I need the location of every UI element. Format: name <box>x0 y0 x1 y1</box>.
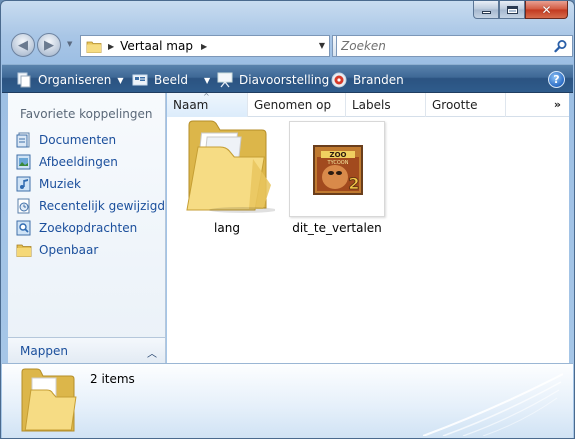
chevron-down-icon: ▼ <box>203 75 211 85</box>
column-name[interactable]: ^ Naam <box>167 92 248 117</box>
sidebar-item-label: Muziek <box>39 177 81 191</box>
sidebar-item-music[interactable]: Muziek <box>16 173 165 195</box>
music-icon <box>16 176 31 192</box>
item-count: 2 items <box>90 372 135 386</box>
views-button[interactable]: Beeld ▼ <box>132 71 210 89</box>
recent-pages-dropdown[interactable]: ▼ <box>67 40 72 48</box>
minimize-icon <box>481 11 491 14</box>
burn-label: Branden <box>353 73 404 87</box>
organize-icon <box>17 72 31 88</box>
favorite-links-list: Documenten Afbeeldingen Muziek Recenteli… <box>16 129 165 261</box>
folders-toggle[interactable]: Mappen ︿ <box>8 337 165 363</box>
column-labels[interactable]: Labels <box>346 93 426 117</box>
help-icon[interactable]: ? <box>548 71 565 88</box>
back-arrow-icon: ◀ <box>18 37 28 53</box>
public-folder-icon <box>16 244 32 257</box>
svg-text:TYCOON: TYCOON <box>327 160 349 166</box>
address-dropdown-icon[interactable]: ▼ <box>319 41 325 50</box>
sidebar-item-label: Zoekopdrachten <box>39 221 138 235</box>
forward-arrow-icon: ▶ <box>44 37 54 53</box>
burn-icon <box>331 72 347 88</box>
file-list: ^ Naam Genomen op Labels Grootte » lang … <box>167 92 569 363</box>
recent-icon <box>17 198 30 214</box>
sort-ascending-icon: ^ <box>203 92 210 101</box>
svg-text:ZOO: ZOO <box>330 151 347 159</box>
forward-button[interactable]: ▶ <box>37 33 61 57</box>
zoo-tycoon-thumbnail-icon: ZOO TYCOON 2 <box>313 145 363 195</box>
explorer-window: ✕ ◀ ▶ ▼ ▶ Vertaal map ▶ ▼ Zoeken Organis… <box>0 0 575 439</box>
column-headers: ^ Naam Genomen op Labels Grootte » <box>167 92 569 117</box>
search-box <box>336 35 573 57</box>
search-input[interactable] <box>341 39 541 53</box>
navigation-pane: Favoriete koppelingen Documenten Afbeeld… <box>8 93 166 363</box>
column-header-label: Genomen op <box>254 98 332 112</box>
column-date-taken[interactable]: Genomen op <box>248 93 346 117</box>
folder-icon <box>186 120 275 213</box>
column-size[interactable]: Grootte <box>426 93 506 117</box>
chevron-down-icon: ▼ <box>117 75 124 85</box>
column-header-label: Grootte <box>432 98 478 112</box>
sidebar-item-public[interactable]: Openbaar <box>16 239 165 261</box>
views-label: Beeld <box>154 73 188 87</box>
minimize-button[interactable] <box>473 1 499 19</box>
details-pane: 2 items <box>2 363 573 438</box>
slideshow-button[interactable]: Diavoorstelling <box>217 71 329 89</box>
decorative-swoosh <box>423 373 563 436</box>
file-name: lang <box>214 221 240 235</box>
breadcrumb-separator-icon[interactable]: ▶ <box>201 42 207 51</box>
sidebar-item-label: Afbeeldingen <box>39 155 118 169</box>
maximize-button[interactable] <box>499 1 525 19</box>
maximize-icon <box>506 5 518 14</box>
folder-icon <box>21 368 77 432</box>
sidebar-item-pictures[interactable]: Afbeeldingen <box>16 151 165 173</box>
pictures-icon <box>16 154 31 170</box>
column-header-label: Labels <box>352 98 391 112</box>
chevron-up-icon: ︿ <box>147 349 157 360</box>
svg-text:2: 2 <box>348 174 359 193</box>
file-item-folder[interactable]: lang <box>179 119 275 239</box>
close-icon: ✕ <box>541 2 552 17</box>
address-bar[interactable]: ▶ Vertaal map ▶ ▼ <box>80 35 330 57</box>
organize-button[interactable]: Organiseren ▼ <box>16 71 124 89</box>
image-thumbnail-frame: ZOO TYCOON 2 <box>289 121 385 217</box>
command-bar: Organiseren ▼ Beeld ▼ Diavoorstelling Br… <box>2 64 573 93</box>
views-icon <box>132 74 148 86</box>
search-icon[interactable] <box>554 39 568 53</box>
searches-icon <box>16 220 31 236</box>
slideshow-label: Diavoorstelling <box>239 73 330 87</box>
caption-buttons: ✕ <box>473 1 568 20</box>
burn-button[interactable]: Branden <box>331 71 404 89</box>
address-row: ◀ ▶ ▼ ▶ Vertaal map ▶ ▼ <box>9 31 573 59</box>
file-item-image[interactable]: ZOO TYCOON 2 dit_te_vertalen <box>288 121 386 239</box>
breadcrumb-separator-icon[interactable]: ▶ <box>108 42 114 51</box>
back-button[interactable]: ◀ <box>11 33 35 57</box>
sidebar-item-label: Recentelijk gewijzigd <box>39 199 165 213</box>
file-name: dit_te_vertalen <box>292 221 382 235</box>
sidebar-item-searches[interactable]: Zoekopdrachten <box>16 217 165 239</box>
folder-icon <box>86 41 102 53</box>
more-columns-button[interactable]: » <box>554 98 561 111</box>
folders-label: Mappen <box>20 343 68 358</box>
sidebar-item-label: Documenten <box>39 133 117 147</box>
close-button[interactable]: ✕ <box>525 1 568 19</box>
breadcrumb-current[interactable]: Vertaal map <box>120 39 193 53</box>
sidebar-item-documents[interactable]: Documenten <box>16 129 165 151</box>
organize-label: Organiseren <box>38 73 112 87</box>
sidebar-item-label: Openbaar <box>39 243 99 257</box>
slideshow-icon <box>217 72 233 88</box>
favorite-links-heading: Favoriete koppelingen <box>20 107 153 121</box>
sidebar-item-recent[interactable]: Recentelijk gewijzigd <box>16 195 165 217</box>
documents-icon <box>16 132 30 148</box>
